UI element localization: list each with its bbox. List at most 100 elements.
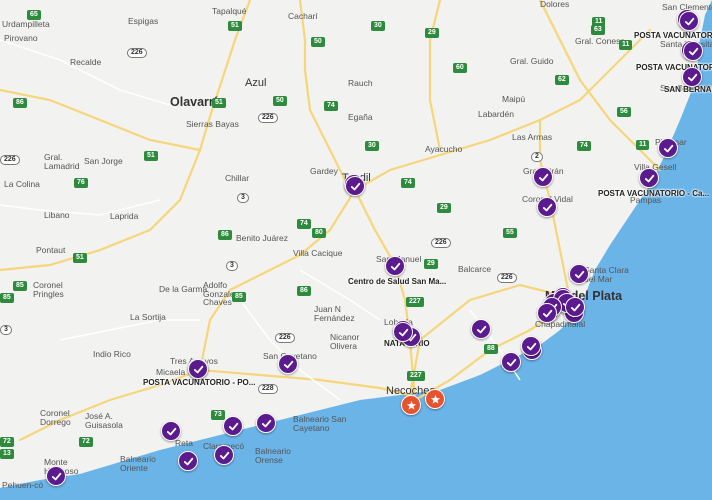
poi-label[interactable]: POSTA VACUNATORIO - Ca... bbox=[598, 189, 709, 198]
town-label: Balcarce bbox=[458, 264, 492, 274]
town-label: Coronel Dorrego bbox=[40, 408, 71, 427]
route-shield: 30 bbox=[371, 21, 385, 32]
vaccination-marker[interactable] bbox=[278, 354, 298, 374]
poi-label[interactable]: POSTA VACUNATORIO - ... bbox=[634, 31, 712, 40]
route-shield: 226 bbox=[431, 238, 451, 249]
town-label: Gral. Guido bbox=[510, 56, 554, 66]
route-shield: 11 bbox=[636, 140, 650, 151]
vaccination-marker[interactable] bbox=[682, 67, 702, 87]
town-label: Indio Rico bbox=[93, 349, 131, 359]
route-shield: 51 bbox=[228, 21, 242, 32]
route-shield: 29 bbox=[437, 203, 451, 214]
town-label: Balneario Orense bbox=[255, 446, 291, 465]
route-shield: 226 bbox=[127, 48, 147, 59]
town-label: Dolores bbox=[540, 0, 570, 9]
route-shield: 29 bbox=[425, 28, 439, 39]
poi-label[interactable]: POSTA VACUNATORIO - PO... bbox=[143, 378, 255, 387]
star-marker[interactable] bbox=[425, 389, 445, 409]
route-shield: 65 bbox=[27, 10, 41, 21]
route-shield: 85 bbox=[13, 281, 27, 292]
route-shield: 227 bbox=[407, 371, 425, 382]
map-view[interactable]: Dolores Tapalqué Espigas Cacharí Urdampi… bbox=[0, 0, 712, 500]
town-label: San Jorge bbox=[84, 156, 123, 166]
vaccination-marker[interactable] bbox=[178, 451, 198, 471]
route-shield: 228 bbox=[258, 384, 278, 395]
vaccination-marker[interactable] bbox=[471, 319, 491, 339]
route-shield: 51 bbox=[73, 253, 87, 264]
town-label: Gral. Lamadrid bbox=[44, 152, 80, 171]
town-label: Nicanor Olivera bbox=[330, 332, 360, 351]
route-shield: 50 bbox=[311, 37, 325, 48]
town-label: Maipú bbox=[502, 94, 526, 104]
vaccination-marker[interactable] bbox=[188, 359, 208, 379]
route-shield: 80 bbox=[312, 228, 326, 239]
route-shield: 55 bbox=[503, 228, 517, 239]
route-shield: 56 bbox=[617, 107, 631, 118]
vaccination-marker[interactable] bbox=[501, 352, 521, 372]
route-shield: 63 bbox=[591, 25, 605, 36]
star-marker[interactable] bbox=[401, 395, 421, 415]
route-shield: 74 bbox=[324, 101, 338, 112]
town-label: Pontaut bbox=[36, 245, 66, 255]
route-shield: 86 bbox=[13, 98, 27, 109]
vaccination-marker[interactable] bbox=[46, 466, 66, 486]
town-label: Tapalqué bbox=[212, 6, 247, 16]
route-shield: 51 bbox=[144, 151, 158, 162]
route-shield: 62 bbox=[555, 75, 569, 86]
vaccination-marker[interactable] bbox=[161, 421, 181, 441]
vaccination-marker[interactable] bbox=[537, 197, 557, 217]
town-label: Rauch bbox=[348, 78, 373, 88]
town-label: Gardey bbox=[310, 166, 338, 176]
town-label: Sierras Bayas bbox=[186, 119, 239, 129]
vaccination-marker[interactable] bbox=[385, 256, 405, 276]
route-shield: 74 bbox=[297, 219, 311, 230]
route-shield: 13 bbox=[0, 449, 14, 460]
town-label: Recalde bbox=[70, 57, 102, 67]
route-shield: 226 bbox=[258, 113, 278, 124]
vaccination-marker[interactable] bbox=[658, 138, 678, 158]
vaccination-marker[interactable] bbox=[683, 41, 703, 61]
route-shield: 85 bbox=[0, 293, 14, 304]
vaccination-marker[interactable] bbox=[521, 336, 541, 356]
poi-label[interactable]: POSTA VACUNATORIO ... bbox=[636, 63, 712, 72]
town-label: Chillar bbox=[225, 173, 250, 183]
town-label: Santa Clara del Mar bbox=[584, 265, 629, 284]
town-label: Azul bbox=[245, 77, 267, 89]
vaccination-marker[interactable] bbox=[537, 303, 557, 323]
vaccination-marker[interactable] bbox=[256, 413, 276, 433]
town-label: Cacharí bbox=[288, 11, 318, 21]
vaccination-marker[interactable] bbox=[679, 11, 699, 31]
route-shield: 72 bbox=[79, 437, 93, 448]
vaccination-marker[interactable] bbox=[393, 322, 413, 342]
route-shield: 86 bbox=[218, 230, 232, 241]
town-label: Las Armas bbox=[512, 132, 553, 142]
vaccination-marker[interactable] bbox=[223, 416, 243, 436]
town-label: Balneario San Cayetano bbox=[293, 414, 347, 433]
route-shield: 50 bbox=[273, 96, 287, 107]
town-label: Pehuen-có bbox=[2, 480, 44, 490]
route-shield: 74 bbox=[577, 141, 591, 152]
vaccination-marker[interactable] bbox=[639, 168, 659, 188]
vaccination-marker[interactable] bbox=[214, 445, 234, 465]
town-label: Libano bbox=[44, 210, 70, 220]
town-label: Labardén bbox=[478, 109, 514, 119]
vaccination-marker[interactable] bbox=[565, 297, 585, 317]
poi-label[interactable]: Centro de Salud San Ma... bbox=[348, 277, 446, 286]
route-shield: 85 bbox=[232, 292, 246, 303]
vaccination-marker[interactable] bbox=[345, 176, 365, 196]
town-label: Coronel Pringles bbox=[33, 280, 64, 299]
route-shield: 226 bbox=[497, 273, 517, 284]
town-label: Urdampilleta bbox=[2, 19, 50, 29]
route-shield: 2 bbox=[531, 152, 543, 163]
route-shield: 29 bbox=[424, 259, 438, 270]
town-label: Villa Cacique bbox=[293, 248, 343, 258]
route-shield: 73 bbox=[211, 410, 225, 421]
vaccination-marker[interactable] bbox=[569, 264, 589, 284]
route-shield: 11 bbox=[619, 40, 633, 51]
route-shield: 60 bbox=[453, 63, 467, 74]
vaccination-marker[interactable] bbox=[533, 167, 553, 187]
route-shield: 3 bbox=[226, 261, 238, 272]
route-shield: 226 bbox=[0, 155, 20, 166]
town-label: José A. Guisasola bbox=[85, 411, 123, 430]
town-label: La Colina bbox=[4, 179, 40, 189]
